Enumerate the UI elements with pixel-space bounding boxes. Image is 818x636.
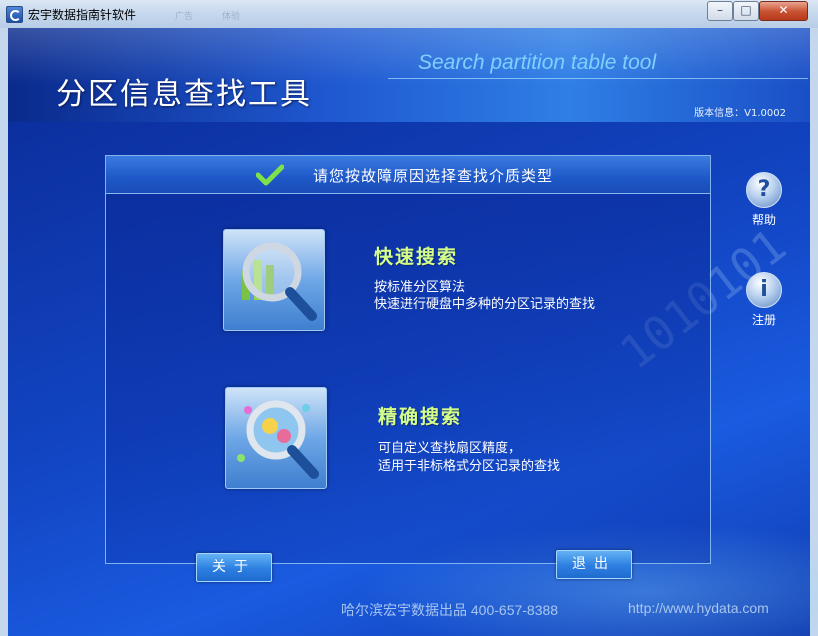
close-button[interactable]: ✕ [759,1,808,21]
quick-search-desc-1: 按标准分区算法 [374,280,466,295]
footer-url[interactable]: http://www.hydata.com [628,600,769,616]
register-label: 注册 [751,313,776,327]
footer-company: 哈尔滨宏宇数据出品 400-657-8388 [341,602,559,618]
banner-divider [388,78,808,79]
header-banner: 分区信息查找工具 Search partition table tool 版本信… [8,28,810,122]
question-icon: ? [746,172,782,208]
help-button[interactable]: ? 帮助 [739,172,789,228]
app-window: 宏宇数据指南针软件 广告 体验 – □ ✕ 分区信息查找工具 Search pa… [0,0,818,636]
background-text: 广告 [175,12,194,22]
app-title: 分区信息查找工具 [56,77,312,112]
background-text: 体验 [222,12,241,22]
version-info: 版本信息：V1.0002 [694,108,786,119]
panel-heading: 请您按故障原因选择查找介质类型 [313,167,554,185]
title-bar[interactable]: 宏宇数据指南针软件 广告 体验 – □ ✕ [0,0,818,29]
search-panel: 请您按故障原因选择查找介质类型 快速搜索 按标准分区算法 快速进行硬盘中多种的分… [105,155,711,564]
precise-search-desc-2: 适用于非标格式分区记录的查找 [378,459,561,474]
about-button[interactable]: 关于 [196,553,272,582]
app-subtitle: Search partition table tool [418,51,657,74]
minimize-button[interactable]: – [707,1,733,21]
help-label: 帮助 [751,213,776,227]
precise-search-desc-1: 可自定义查找扇区精度， [378,441,522,456]
info-icon: i [746,272,782,308]
magnifier-chart-icon [242,242,317,321]
quick-search-desc-2: 快速进行硬盘中多种的分区记录的查找 [374,297,596,312]
app-icon [6,6,23,23]
exit-button[interactable]: 退出 [556,550,632,579]
quick-search-title[interactable]: 快速搜索 [374,242,458,269]
window-frame-left [0,28,8,636]
panel-header: 请您按故障原因选择查找介质类型 [106,156,710,194]
magnifier-globe-icon [237,400,319,479]
window-title: 宏宇数据指南针软件 [28,8,137,22]
precise-search-title[interactable]: 精确搜索 [378,402,462,429]
precise-search-button[interactable] [225,387,327,489]
maximize-button[interactable]: □ [733,1,759,21]
register-button[interactable]: i 注册 [739,272,789,328]
quick-search-button[interactable] [223,229,325,331]
checkmark-icon [256,164,284,186]
